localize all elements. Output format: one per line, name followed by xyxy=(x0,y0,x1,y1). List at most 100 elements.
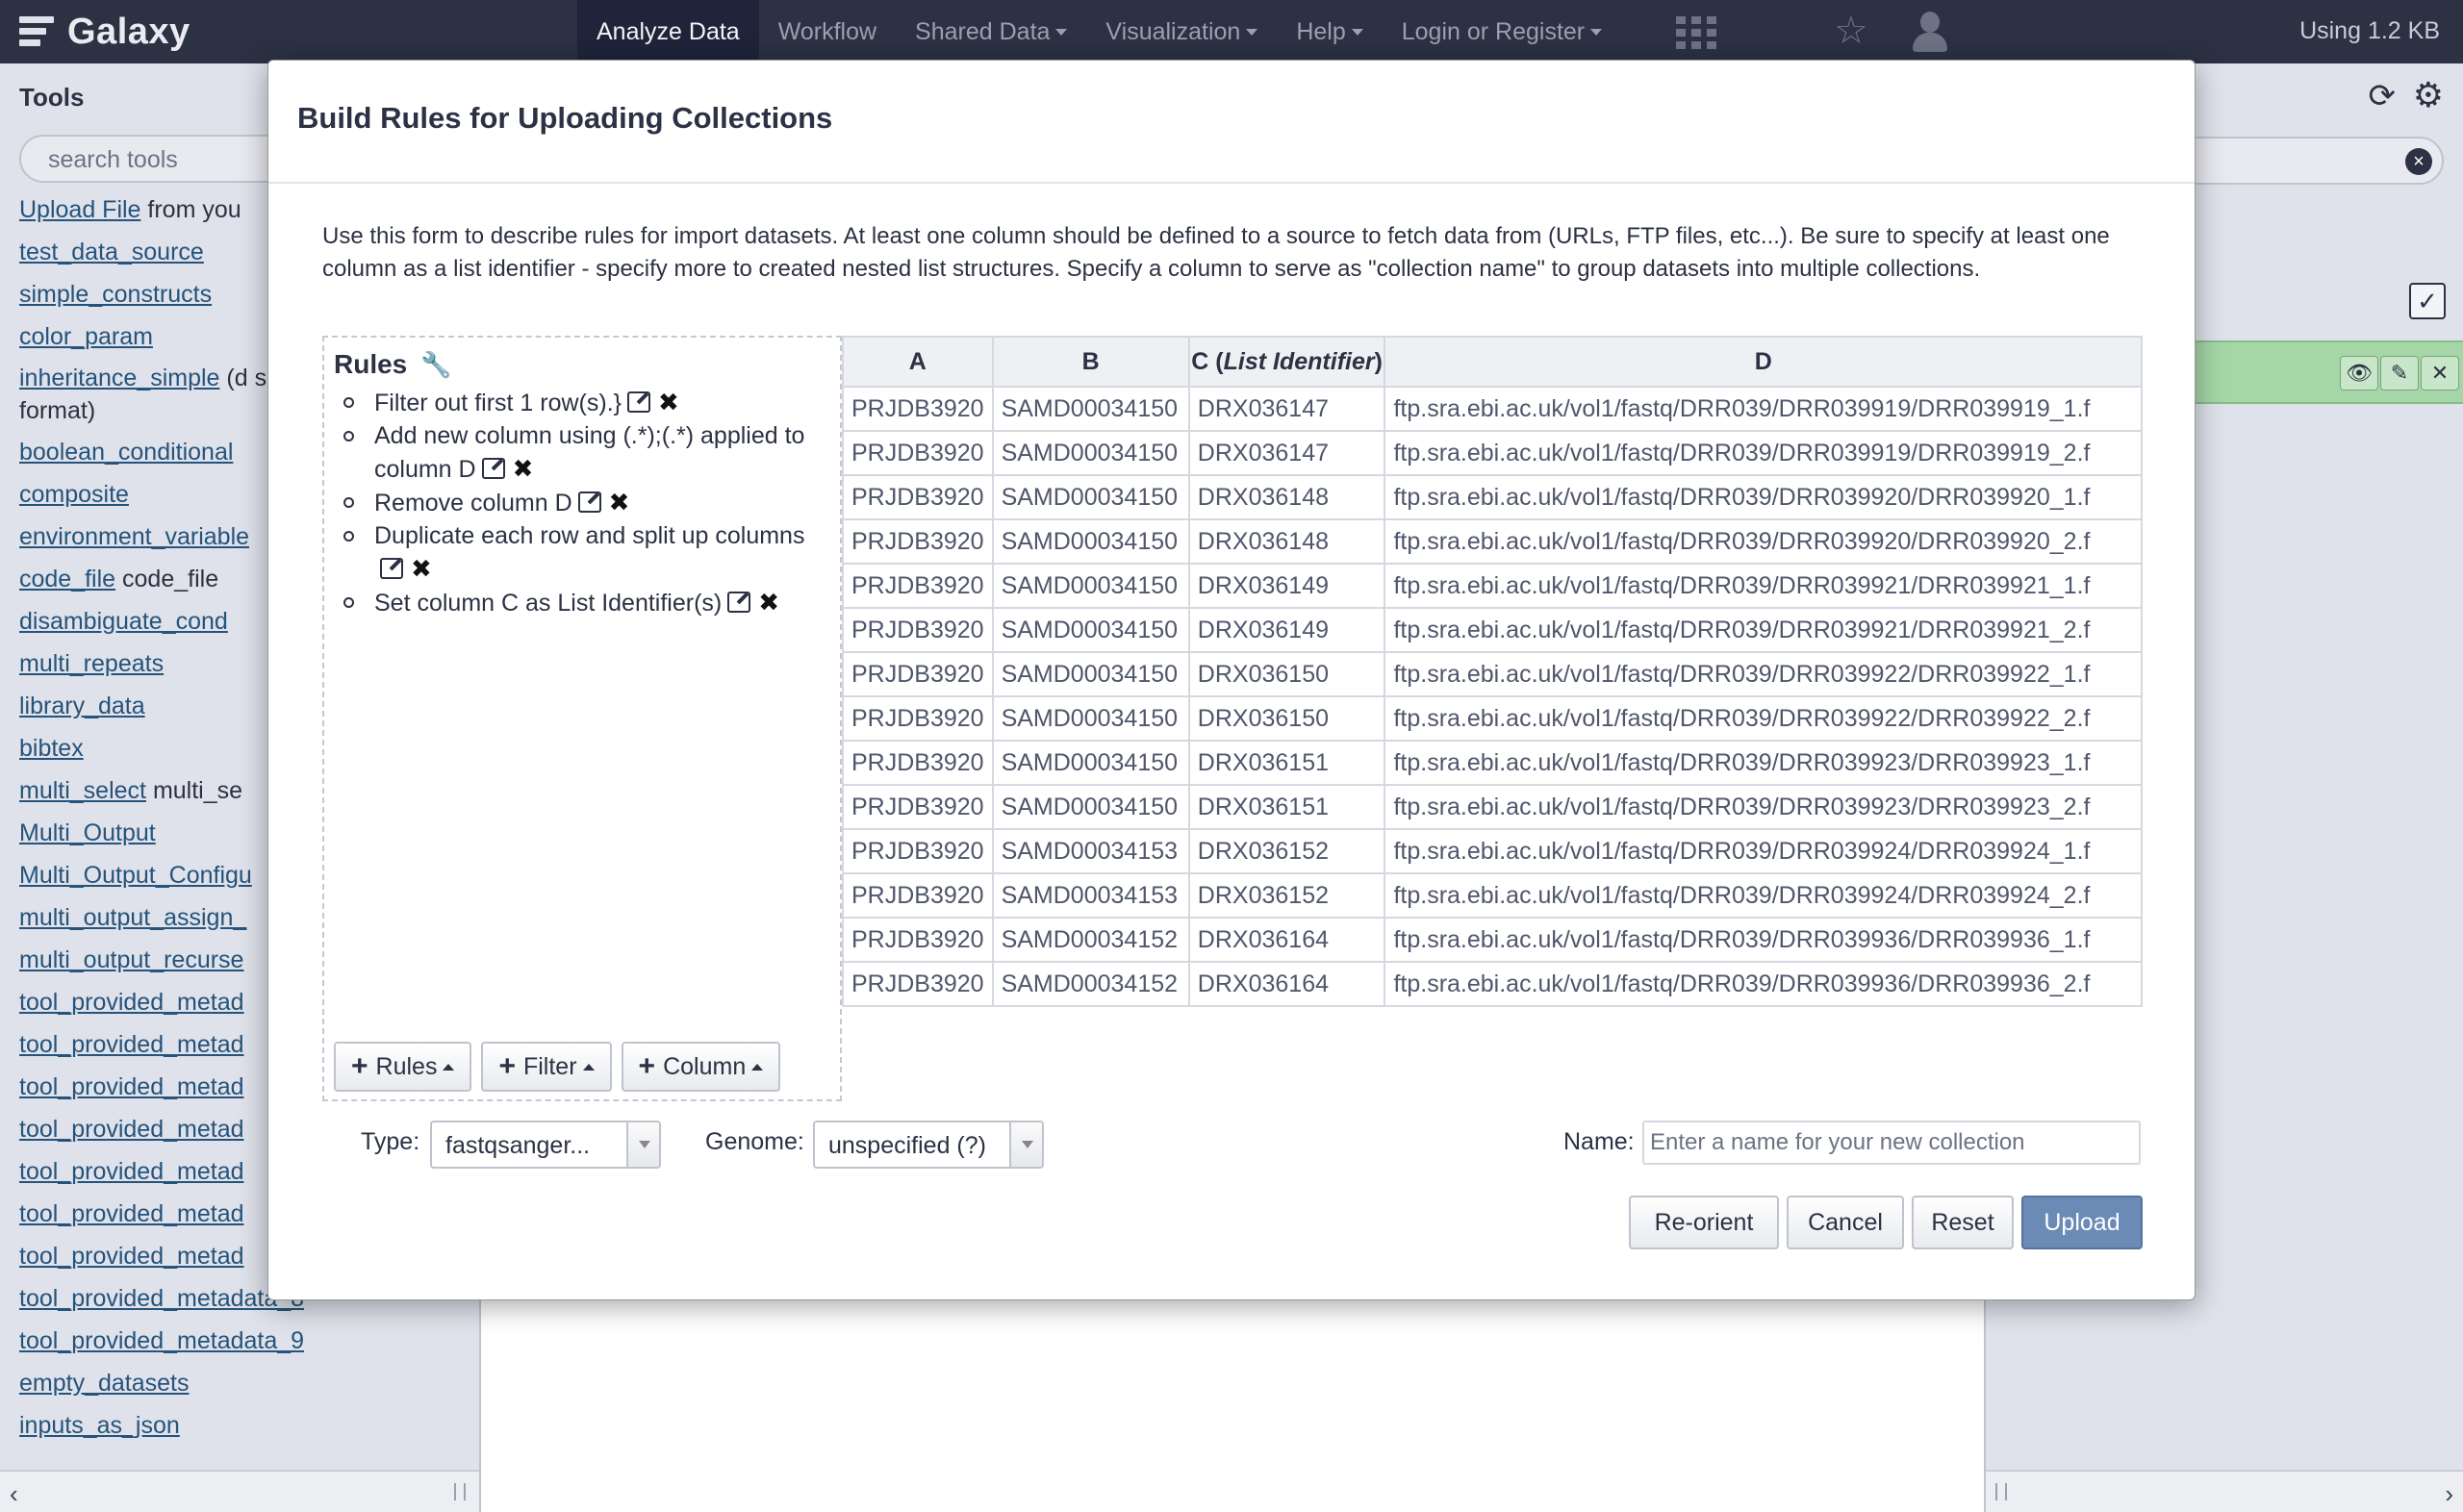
column-header-c[interactable]: C (List Identifier) xyxy=(1187,336,1386,388)
table-row: PRJDB3920 SAMD00034150 DRX036147 ftp.sra.eb… xyxy=(842,430,2143,476)
plus-icon: + xyxy=(638,1050,656,1082)
table-cell: SAMD00034153 xyxy=(991,828,1190,874)
genome-select[interactable]: unspecified (?) xyxy=(813,1121,1044,1169)
table-cell: ftp.sra.ebi.ac.uk/vol1/fastq/DRR039/DRR0… xyxy=(1384,386,2143,432)
add-filter-button[interactable]: + Filter xyxy=(481,1042,612,1092)
table-row: PRJDB3920 SAMD00034150 DRX036148 ftp.sra.eb… xyxy=(842,474,2143,520)
rule-item: Filter out first 1 row(s).} ✖ xyxy=(343,386,825,419)
reorient-button[interactable]: Re-orient xyxy=(1629,1196,1779,1249)
cancel-button[interactable]: Cancel xyxy=(1787,1196,1904,1249)
table-header-row: A B C (List Identifier) D xyxy=(842,336,2143,388)
table-cell: SAMD00034150 xyxy=(991,430,1190,476)
table-cell: DRX036147 xyxy=(1187,430,1386,476)
bullet-icon xyxy=(343,397,354,408)
table-cell: ftp.sra.ebi.ac.uk/vol1/fastq/DRR039/DRR0… xyxy=(1384,740,2143,786)
type-select[interactable]: fastqsanger... xyxy=(430,1121,661,1169)
column-header-c-role: List Identifier xyxy=(1223,347,1375,375)
caret-up-icon xyxy=(751,1063,764,1071)
table-row: PRJDB3920 SAMD00034153 DRX036152 ftp.sra.eb… xyxy=(842,828,2143,874)
table-cell: DRX036150 xyxy=(1187,695,1386,742)
table-cell: ftp.sra.ebi.ac.uk/vol1/fastq/DRR039/DRR0… xyxy=(1384,563,2143,609)
upload-button[interactable]: Upload xyxy=(2021,1196,2143,1249)
table-cell: PRJDB3920 xyxy=(842,872,994,919)
column-header-a[interactable]: A xyxy=(842,336,994,388)
table-cell: SAMD00034150 xyxy=(991,740,1190,786)
table-cell: DRX036149 xyxy=(1187,607,1386,653)
bullet-icon xyxy=(343,431,354,441)
column-header-b[interactable]: B xyxy=(991,336,1190,388)
rules-heading: Rules 🔧 xyxy=(334,349,451,380)
genome-select-value: unspecified (?) xyxy=(828,1132,986,1159)
add-rules-button[interactable]: + Rules xyxy=(334,1042,472,1092)
remove-rule-icon[interactable]: ✖ xyxy=(609,486,630,518)
column-header-d[interactable]: D xyxy=(1384,336,2143,388)
rules-table-viewport[interactable]: A B C (List Identifier) D PRJDB3920 SAMD0… xyxy=(842,336,2143,1009)
table-cell: SAMD00034150 xyxy=(991,651,1190,697)
rule-text: Remove column D xyxy=(374,490,572,517)
table-cell: DRX036151 xyxy=(1187,740,1386,786)
table-cell: ftp.sra.ebi.ac.uk/vol1/fastq/DRR039/DRR0… xyxy=(1384,784,2143,830)
table-cell: SAMD00034153 xyxy=(991,872,1190,919)
table-row: PRJDB3920 SAMD00034150 DRX036148 ftp.sra.eb… xyxy=(842,518,2143,565)
table-cell: PRJDB3920 xyxy=(842,695,994,742)
collection-name-input[interactable] xyxy=(1642,1121,2141,1165)
table-cell: ftp.sra.ebi.ac.uk/vol1/fastq/DRR039/DRR0… xyxy=(1384,695,2143,742)
table-cell: PRJDB3920 xyxy=(842,651,994,697)
genome-label: Genome: xyxy=(705,1128,804,1155)
bullet-icon xyxy=(343,531,354,542)
type-label: Type: xyxy=(361,1128,420,1155)
table-row: PRJDB3920 SAMD00034150 DRX036149 ftp.sra.eb… xyxy=(842,607,2143,653)
rule-text: Add new column using (.*);(.*) applied t… xyxy=(374,422,805,483)
table-cell: DRX036150 xyxy=(1187,651,1386,697)
table-row: PRJDB3920 SAMD00034150 DRX036150 ftp.sra.eb… xyxy=(842,695,2143,742)
edit-rule-icon[interactable] xyxy=(577,491,601,513)
name-label: Name: xyxy=(1563,1128,1635,1155)
edit-rule-icon[interactable] xyxy=(627,391,650,413)
edit-rule-icon[interactable] xyxy=(727,592,751,613)
rule-text: Duplicate each row and split up columns xyxy=(374,522,805,549)
add-filter-label: Filter xyxy=(522,1052,577,1080)
remove-rule-icon[interactable]: ✖ xyxy=(513,452,534,485)
caret-up-icon xyxy=(582,1063,595,1071)
edit-rule-icon[interactable] xyxy=(481,458,505,479)
table-cell: DRX036152 xyxy=(1187,872,1386,919)
plus-icon: + xyxy=(351,1050,368,1082)
edit-rule-icon[interactable] xyxy=(380,558,403,579)
table-cell: PRJDB3920 xyxy=(842,740,994,786)
table-cell: DRX036147 xyxy=(1187,386,1386,432)
rule-add-buttons: + Rules + Filter + Column xyxy=(334,1042,781,1092)
type-select-value: fastqsanger... xyxy=(445,1132,591,1159)
bullet-icon xyxy=(343,597,354,608)
remove-rule-icon[interactable]: ✖ xyxy=(411,552,432,585)
reset-button[interactable]: Reset xyxy=(1912,1196,2014,1249)
table-cell: PRJDB3920 xyxy=(842,474,994,520)
modal-title: Build Rules for Uploading Collections xyxy=(297,101,833,135)
table-cell: DRX036149 xyxy=(1187,563,1386,609)
rule-item: Remove column D ✖ xyxy=(343,486,825,519)
table-cell: ftp.sra.ebi.ac.uk/vol1/fastq/DRR039/DRR0… xyxy=(1384,651,2143,697)
rule-builder-modal: Build Rules for Uploading Collections Us… xyxy=(267,60,2196,1300)
table-cell: DRX036148 xyxy=(1187,474,1386,520)
table-row: PRJDB3920 SAMD00034153 DRX036152 ftp.sra.eb… xyxy=(842,872,2143,919)
table-cell: PRJDB3920 xyxy=(842,563,994,609)
rules-heading-text: Rules xyxy=(334,349,408,379)
table-cell: DRX036164 xyxy=(1187,917,1386,963)
add-column-label: Column xyxy=(663,1052,747,1080)
table-cell: SAMD00034152 xyxy=(991,917,1190,963)
table-cell: SAMD00034150 xyxy=(991,563,1190,609)
modal-header: Build Rules for Uploading Collections xyxy=(268,61,2195,184)
rules-list: Filter out first 1 row(s).} ✖ Add new colu… xyxy=(343,386,825,619)
table-cell: ftp.sra.ebi.ac.uk/vol1/fastq/DRR039/DRR0… xyxy=(1384,961,2143,1007)
table-cell: DRX036148 xyxy=(1187,518,1386,565)
add-column-button[interactable]: + Column xyxy=(621,1042,781,1092)
wrench-icon[interactable]: 🔧 xyxy=(420,350,451,380)
remove-rule-icon[interactable]: ✖ xyxy=(758,586,779,618)
table-row: PRJDB3920 SAMD00034150 DRX036150 ftp.sra.eb… xyxy=(842,651,2143,697)
table-cell: SAMD00034150 xyxy=(991,695,1190,742)
table-cell: SAMD00034150 xyxy=(991,474,1190,520)
chevron-down-icon xyxy=(1009,1122,1042,1167)
rule-item: Add new column using (.*);(.*) applied t… xyxy=(343,419,825,486)
table-cell: DRX036164 xyxy=(1187,961,1386,1007)
caret-up-icon xyxy=(443,1063,455,1071)
remove-rule-icon[interactable]: ✖ xyxy=(658,386,679,418)
